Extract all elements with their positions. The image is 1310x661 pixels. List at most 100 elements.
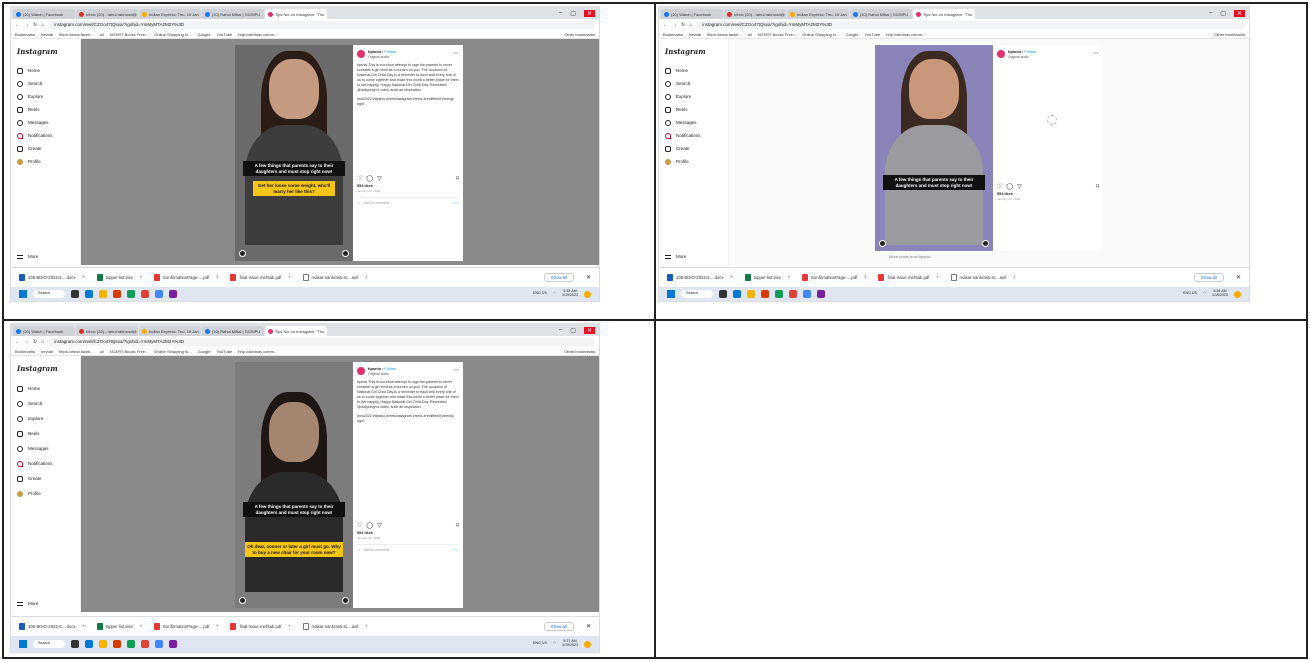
- nav-create[interactable]: Create: [17, 142, 74, 155]
- clock[interactable]: 5:36 AM 1/19/2023: [1212, 289, 1228, 298]
- tag-icon[interactable]: [342, 250, 349, 257]
- chevron-up-icon[interactable]: ^: [731, 275, 733, 280]
- post-audio[interactable]: Original audio: [368, 55, 396, 60]
- nav-explore[interactable]: Explore: [17, 411, 74, 426]
- bookmark-icon[interactable]: ⌑: [1096, 183, 1099, 191]
- heart-icon[interactable]: ♡: [357, 175, 362, 183]
- chevron-up-icon[interactable]: ^: [83, 624, 85, 629]
- bookmark-item[interactable]: Bookmarks: [15, 349, 35, 354]
- instagram-logo[interactable]: Instagram: [665, 47, 722, 56]
- reel-video[interactable]: A few things that parents say to their d…: [235, 45, 353, 261]
- audio-icon[interactable]: [239, 250, 246, 257]
- bookmark-item[interactable]: https://www.faceb...: [59, 32, 94, 37]
- post-button[interactable]: Post: [452, 548, 459, 553]
- chevron-up-icon[interactable]: ^: [140, 275, 142, 280]
- comment-icon[interactable]: ◯: [366, 522, 373, 530]
- forward-icon[interactable]: →: [24, 339, 29, 345]
- post-audio[interactable]: Original audio: [368, 372, 396, 377]
- download-item[interactable]: makar-sankranti-si....avif ^: [302, 274, 367, 281]
- bookmark-item[interactable]: NCERT Books Free...: [758, 32, 797, 37]
- close-icon[interactable]: ✕: [583, 9, 595, 17]
- maximize-icon[interactable]: ▢: [1220, 10, 1226, 17]
- windows-start-icon[interactable]: [19, 640, 27, 648]
- nav-notifications[interactable]: Notifications: [17, 129, 74, 142]
- app-icon[interactable]: [803, 290, 811, 298]
- app-icon[interactable]: [789, 290, 797, 298]
- chevron-up-icon[interactable]: ^: [936, 275, 938, 280]
- home-icon[interactable]: ⌂: [41, 22, 44, 28]
- chevron-up-icon[interactable]: ^: [216, 275, 218, 280]
- follow-button[interactable]: Follow: [1024, 49, 1036, 54]
- bookmark-item[interactable]: Google: [846, 32, 859, 37]
- download-item[interactable]: makar-sankranti-si....avif ^: [950, 274, 1015, 281]
- nav-messages[interactable]: Messages: [17, 441, 74, 456]
- notification-icon[interactable]: [584, 290, 591, 298]
- language-indicator[interactable]: ENG US: [1183, 291, 1197, 296]
- chevron-up-icon[interactable]: ^: [788, 275, 790, 280]
- close-icon[interactable]: ✕: [586, 274, 591, 281]
- nav-more[interactable]: More: [17, 601, 38, 606]
- post-audio[interactable]: Original audio: [1008, 55, 1036, 60]
- reload-icon[interactable]: ↻: [681, 22, 685, 28]
- bookmark-icon[interactable]: ⌑: [456, 522, 459, 530]
- nav-profile[interactable]: Profile: [665, 155, 722, 168]
- heart-icon[interactable]: ♡: [357, 522, 362, 530]
- bookmark-item[interactable]: http://akhtnav.comm...: [886, 32, 925, 37]
- file-explorer-icon[interactable]: [747, 290, 755, 298]
- bookmark-item[interactable]: https://www.faceb...: [59, 349, 94, 354]
- url-input[interactable]: instagram.com/reel/CZGo47tQsxa/?igshid=Y…: [48, 20, 595, 29]
- nav-explore[interactable]: Explore: [665, 90, 722, 103]
- forward-icon[interactable]: →: [672, 22, 677, 28]
- url-input[interactable]: instagram.com/reel/CZGo47tQsxa/?igshid=Y…: [696, 20, 1245, 29]
- audio-icon[interactable]: [239, 597, 246, 604]
- download-item[interactable]: topper list.xlsx ^: [744, 274, 790, 281]
- minimize-icon[interactable]: –: [1209, 10, 1212, 16]
- more-posts-label[interactable]: More posts from tipsnio: [889, 254, 931, 259]
- post-button[interactable]: Post: [452, 201, 459, 206]
- nav-explore[interactable]: Explore: [17, 90, 74, 103]
- back-icon[interactable]: ←: [15, 22, 20, 28]
- nav-profile[interactable]: Profile: [17, 486, 74, 501]
- more-options-icon[interactable]: ⋯: [453, 50, 459, 58]
- browser-tab[interactable]: Inbox (20) - rahul.rahmosil@: [724, 9, 786, 19]
- bookmark-item[interactable]: Google: [198, 349, 211, 354]
- app-icon[interactable]: [141, 290, 149, 298]
- minimize-icon[interactable]: –: [559, 10, 562, 16]
- show-all-button[interactable]: Show all: [543, 622, 574, 631]
- bookmark-item[interactable]: https://www.faceb...: [707, 32, 742, 37]
- bookmark-item[interactable]: NCERT Books Free...: [110, 349, 149, 354]
- post-username[interactable]: tipsnio: [368, 49, 381, 54]
- download-item[interactable]: final-issue mehtab.pdf ^: [230, 623, 291, 630]
- instagram-logo[interactable]: Instagram: [17, 364, 74, 373]
- download-item[interactable]: 105 BDIO-2022-2....docx ^: [667, 274, 733, 281]
- reload-icon[interactable]: ↻: [33, 339, 37, 345]
- browser-tab[interactable]: (20) Watch | Facebook: [661, 9, 723, 19]
- bookmark-item[interactable]: nevtab: [689, 32, 701, 37]
- show-all-button[interactable]: Show all: [1193, 273, 1224, 282]
- bookmark-item[interactable]: YouTube: [217, 349, 233, 354]
- taskview-icon[interactable]: [71, 290, 79, 298]
- bookmark-item[interactable]: Google: [198, 32, 211, 37]
- windows-start-icon[interactable]: [667, 290, 675, 298]
- browser-tab-active[interactable]: Tips Nio on Instagram: "Thu: [265, 9, 327, 19]
- app-icon[interactable]: [155, 290, 163, 298]
- back-icon[interactable]: ←: [15, 339, 20, 345]
- taskbar-search[interactable]: Search: [33, 640, 65, 648]
- nav-home[interactable]: Home: [665, 64, 722, 77]
- more-options-icon[interactable]: ⋯: [453, 367, 459, 375]
- office-icon[interactable]: [113, 640, 121, 648]
- chrome-icon[interactable]: [127, 640, 135, 648]
- forward-icon[interactable]: →: [24, 22, 29, 28]
- download-item[interactable]: final-issue mehtab.pdf ^: [878, 274, 939, 281]
- app-icon[interactable]: [141, 640, 149, 648]
- show-all-button[interactable]: Show all: [543, 273, 574, 282]
- notification-icon[interactable]: [1234, 290, 1241, 298]
- file-explorer-icon[interactable]: [99, 290, 107, 298]
- nav-home[interactable]: Home: [17, 64, 74, 77]
- nav-home[interactable]: Home: [17, 381, 74, 396]
- download-item[interactable]: makar-sankranti-si....avif ^: [302, 623, 367, 630]
- comment-icon[interactable]: ◯: [366, 175, 373, 183]
- reel-video[interactable]: A few things that parents say to their d…: [235, 362, 353, 608]
- reload-icon[interactable]: ↻: [33, 22, 37, 28]
- chevron-up-icon[interactable]: ^: [216, 624, 218, 629]
